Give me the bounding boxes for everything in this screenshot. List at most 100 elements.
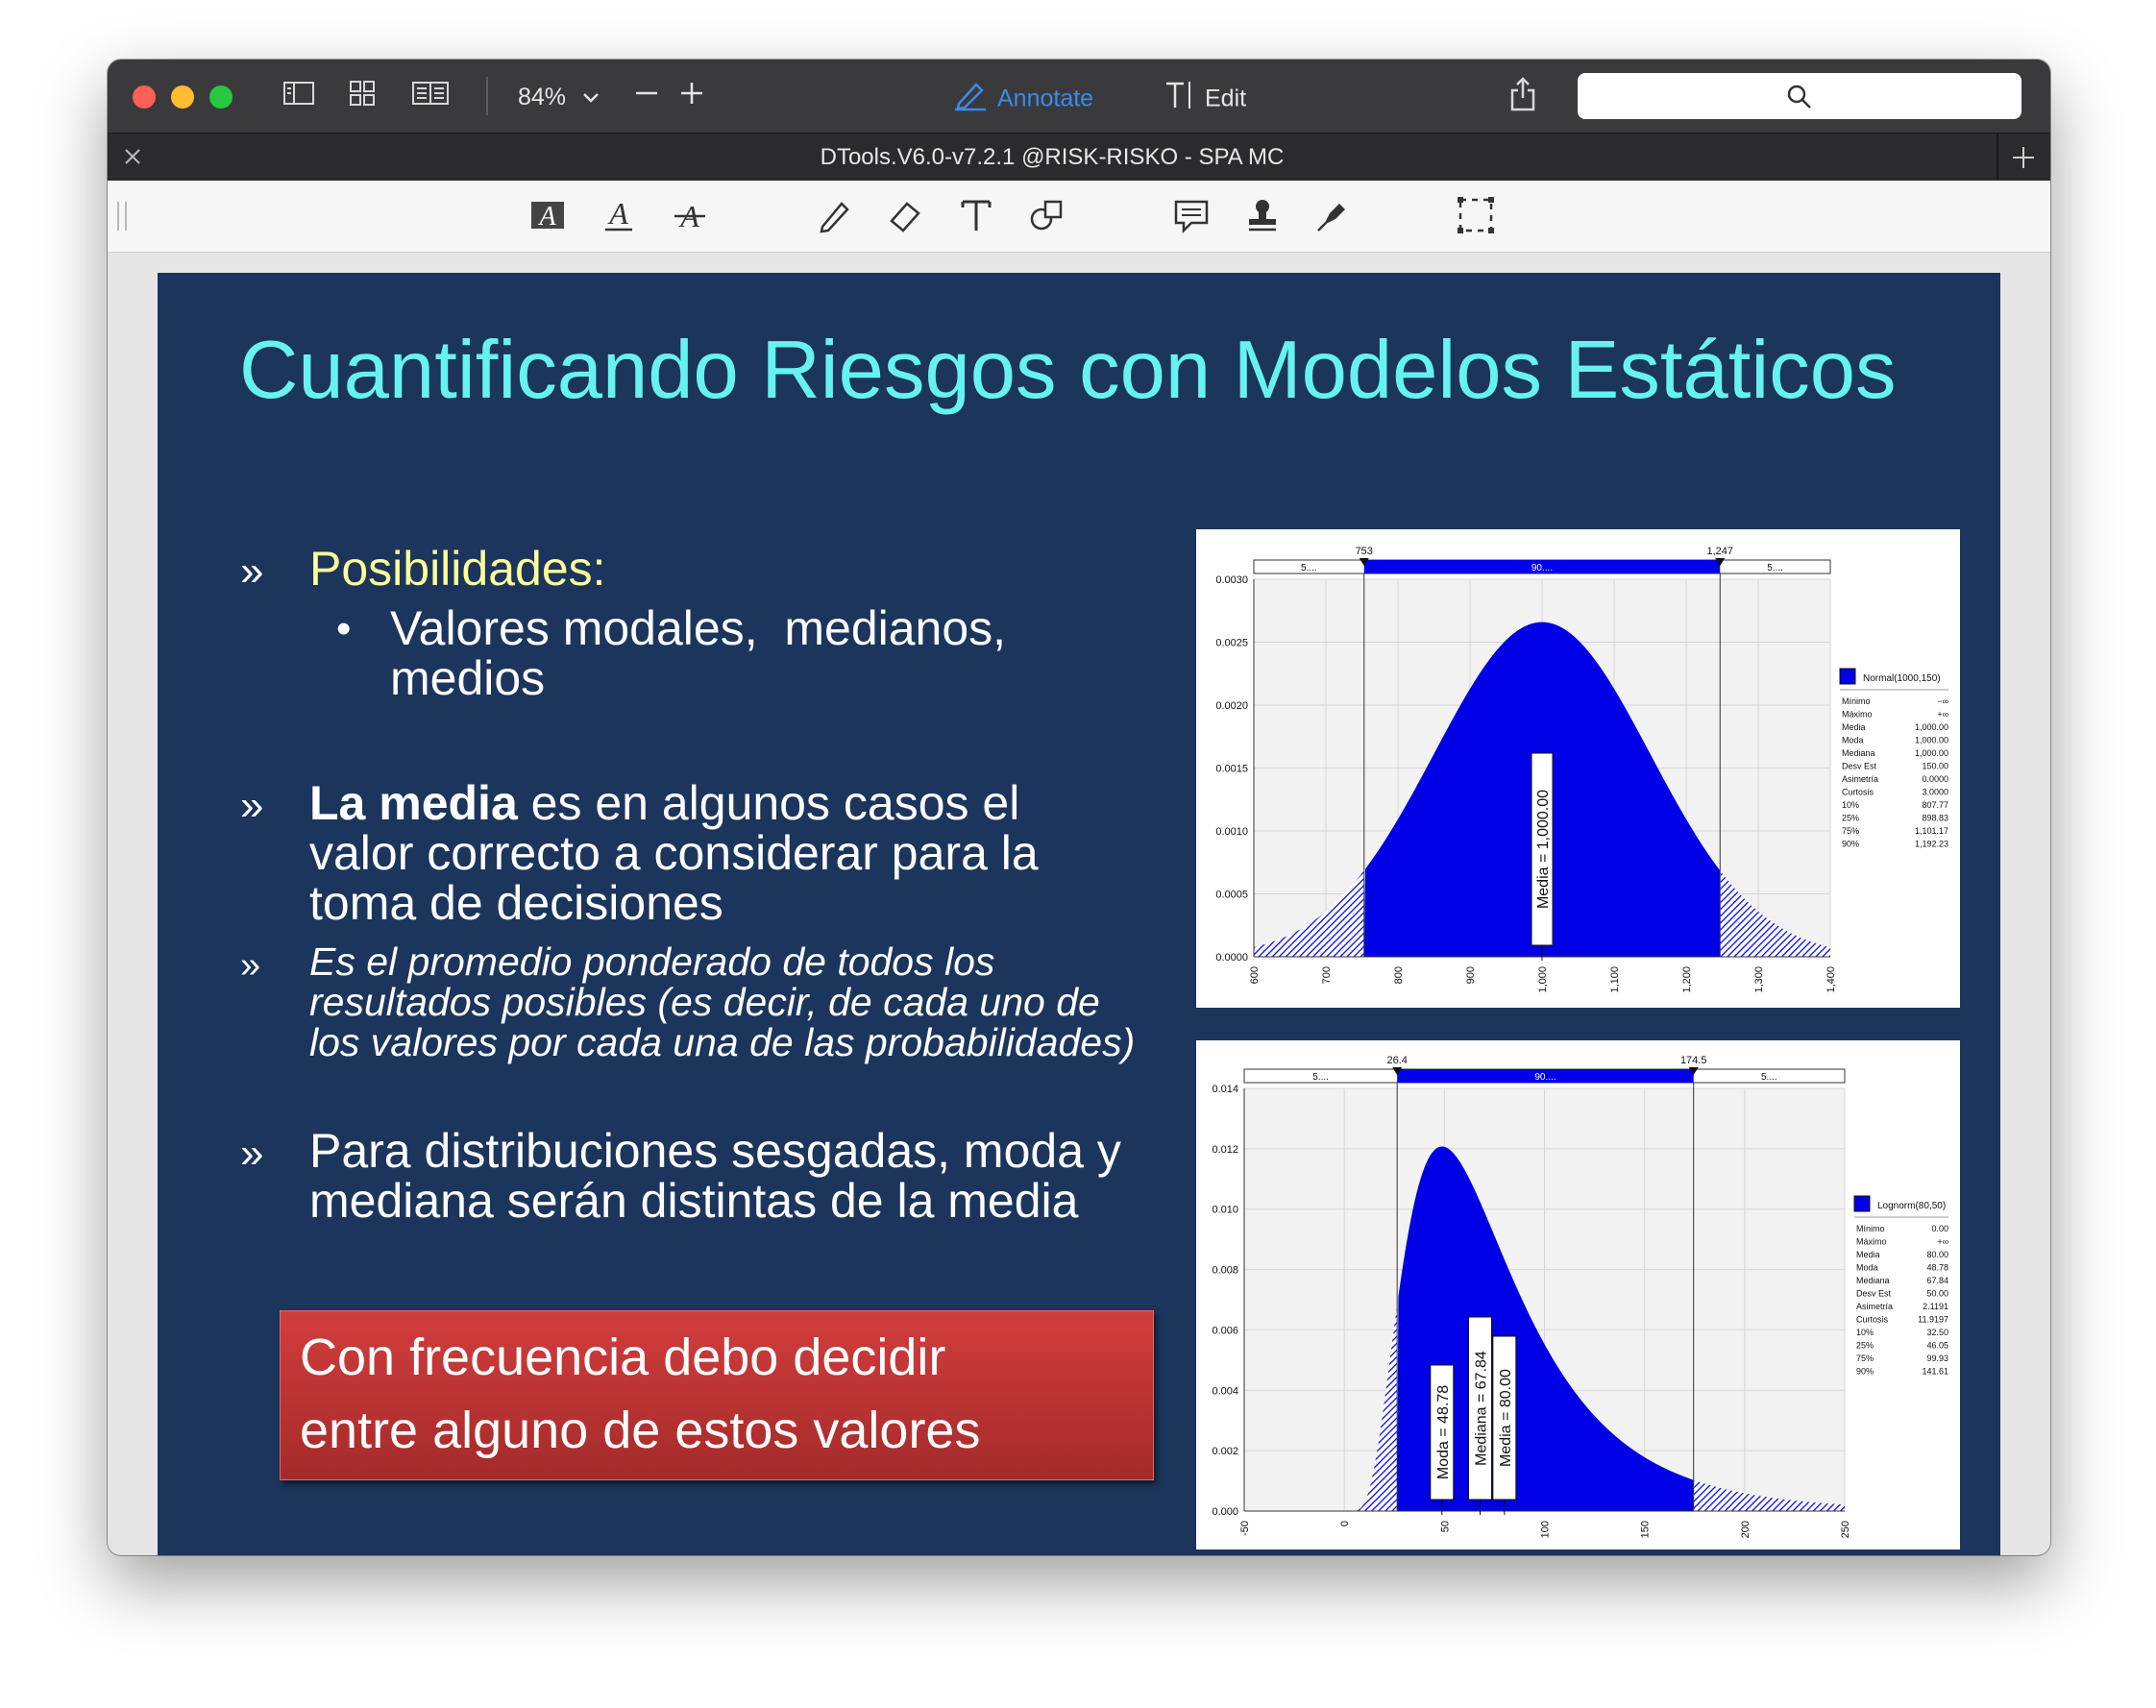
marker-label: Media = 80.00 (1498, 1369, 1514, 1467)
legend-stat-value: 11.9197 (1918, 1315, 1948, 1325)
text-underline-icon[interactable]: A (600, 196, 638, 239)
bullet-promedio-line-1: Es el promedio ponderado de todos los (309, 939, 995, 984)
callout-box: Con frecuencia debo decidir entre alguno… (280, 1310, 1154, 1480)
bullet-la-media-bold: La media (309, 776, 518, 830)
legend-stat-name: Moda (1856, 1263, 1878, 1273)
x-tick-label: 1,000 (1537, 966, 1549, 993)
legend-stat-name: Mínimo (1856, 1224, 1885, 1233)
edit-label: Edit (1205, 85, 1247, 112)
zoom-out-icon[interactable] (634, 79, 659, 116)
reading-mode-icon[interactable] (411, 79, 450, 116)
delimiter-mid-pct: 90.... (1531, 563, 1553, 573)
legend-stat-name: 25% (1842, 814, 1859, 823)
legend-stat-value: 0.00 (1931, 1224, 1948, 1233)
zoom-window-button[interactable] (209, 85, 233, 109)
stamp-icon[interactable] (1243, 196, 1282, 239)
y-tick-label: 0.004 (1212, 1385, 1238, 1397)
eraser-icon[interactable] (886, 196, 924, 239)
share-icon[interactable] (1508, 75, 1537, 122)
legend-stat-value: 807.77 (1922, 800, 1948, 810)
legend-stat-value: 1,101.17 (1915, 826, 1948, 836)
legend-stat-name: Desv Est (1842, 762, 1877, 771)
bullet-sesgadas-line-2: mediana serán distintas de la media (309, 1174, 1079, 1228)
minimize-window-button[interactable] (171, 85, 194, 109)
document-tab-title[interactable]: DTools.V6.0-v7.2.1 @RISK-RISKO - SPA MC (108, 134, 1997, 182)
delimiter-right-value: 1,247 (1706, 546, 1733, 557)
close-window-button[interactable] (133, 85, 156, 109)
delimiter-right-pct: 5.... (1767, 563, 1783, 573)
zoom-in-icon[interactable] (679, 79, 704, 116)
document-tab-bar: DTools.V6.0-v7.2.1 @RISK-RISKO - SPA MC (108, 133, 2050, 182)
tab-divider (1997, 134, 1998, 182)
legend-stat-value: 141.61 (1922, 1367, 1948, 1377)
x-tick-label: 0 (1339, 1521, 1351, 1526)
x-tick-label: 900 (1465, 966, 1477, 984)
toolbar-drag-handle[interactable] (117, 202, 127, 231)
legend-stat-name: Mediana (1842, 748, 1875, 758)
bullet-la-media-line-2: valor correcto a considerar para la (309, 826, 1039, 880)
search-field[interactable] (1578, 73, 2021, 119)
legend-stat-name: Desv Est (1856, 1289, 1892, 1299)
y-tick-label: 0.014 (1212, 1084, 1238, 1095)
y-tick-label: 0.000 (1212, 1506, 1238, 1518)
annotate-pencil-icon (953, 79, 988, 121)
y-tick-label: 0.008 (1212, 1265, 1238, 1277)
text-box-icon[interactable] (957, 196, 995, 239)
legend-stat-name: 10% (1856, 1328, 1874, 1337)
annotate-label: Annotate (997, 85, 1094, 112)
text-highlight-icon[interactable]: A (528, 196, 567, 239)
text-strikethrough-icon[interactable]: A (671, 196, 709, 239)
selection-marquee-icon[interactable] (1457, 196, 1495, 239)
bullet-marker: » (240, 1130, 264, 1177)
annotate-tab[interactable]: Annotate (953, 79, 1093, 121)
signature-pen-icon[interactable] (1314, 196, 1353, 239)
legend-stat-value: 150.00 (1922, 762, 1948, 771)
legend-stat-name: Mínimo (1842, 696, 1871, 706)
x-tick-label: 50 (1439, 1521, 1451, 1532)
new-tab-icon[interactable] (2010, 144, 2037, 176)
normal-distribution-chart: 5.... 90.... 5.... 753 1,247 0.0000 0.0005 0.00… (1196, 529, 1960, 1008)
markup-toolbar: A A A (108, 181, 2050, 253)
legend-stat-name: Curtosis (1856, 1315, 1889, 1325)
x-tick-label: -50 (1239, 1521, 1251, 1536)
sidebar-toggle-icon[interactable] (282, 79, 315, 116)
legend-stat-name: Asimetría (1856, 1302, 1893, 1311)
legend-stat-value: 0.0000 (1922, 774, 1948, 784)
thumbnails-grid-icon[interactable] (348, 79, 377, 116)
y-tick-label: 0.0010 (1215, 826, 1248, 838)
y-tick-label: 0.012 (1212, 1144, 1238, 1156)
search-icon (1785, 83, 1814, 116)
legend-stat-value: 80.00 (1926, 1250, 1948, 1259)
title-bar: 84% Annotate Edit (108, 60, 2050, 133)
bullet-la-media-line-3: toma de decisiones (309, 876, 723, 930)
legend-stat-value: 48.78 (1926, 1263, 1948, 1273)
slide-page: Cuantificando Riesgos con Modelos Estáti… (158, 273, 2000, 1555)
slide-title: Cuantificando Riesgos con Modelos Estáti… (239, 325, 1897, 416)
lognormal-distribution-chart: 5.... 90.... 5.... 26.4 174.5 0.000 0.002 0.004… (1196, 1040, 1960, 1549)
legend-stat-value: 67.84 (1926, 1276, 1948, 1285)
callout-line-2: entre alguno de estos valores (300, 1402, 981, 1459)
edit-tab[interactable]: Edit (1164, 79, 1246, 121)
legend-stat-name: 10% (1842, 800, 1859, 810)
legend-swatch (1853, 1195, 1871, 1212)
legend-stat-value: +∞ (1937, 1237, 1948, 1247)
y-tick-label: 0.0025 (1215, 638, 1248, 649)
bullet-la-media-line-1: La media es en algunos casos el (309, 778, 1019, 828)
bullet-marker: » (240, 548, 264, 595)
toolbar-divider (486, 77, 488, 115)
legend-stat-name: 75% (1856, 1354, 1874, 1363)
bullet-la-media-rest: es en algunos casos el (517, 776, 1020, 830)
legend-stat-value: 32.50 (1926, 1328, 1948, 1337)
shapes-icon[interactable] (1028, 196, 1066, 239)
pencil-icon[interactable] (815, 196, 853, 239)
svg-text:A: A (537, 202, 556, 232)
zoom-level-value: 84% (518, 84, 567, 110)
zoom-level-dropdown[interactable]: 84% (518, 81, 600, 113)
comment-note-icon[interactable] (1172, 196, 1211, 239)
bullet-marker: » (240, 782, 264, 829)
legend-stat-name: Máximo (1856, 1237, 1887, 1247)
legend-swatch (1839, 668, 1856, 685)
legend-stat-value: 1,000.00 (1915, 736, 1948, 745)
legend-stat-name: Moda (1842, 736, 1864, 745)
delimiter-left-value: 753 (1356, 546, 1373, 557)
